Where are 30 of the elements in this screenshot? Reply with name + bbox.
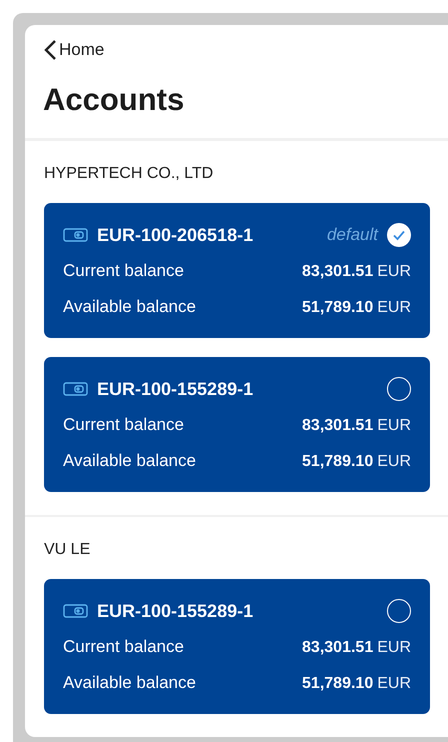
page-title: Accounts <box>43 82 186 118</box>
account-number: EUR-100-206518-1 <box>97 224 254 246</box>
balance-label: Available balance <box>63 450 196 472</box>
radio-button[interactable] <box>387 599 411 623</box>
balance-amount: 51,789.10 EUR <box>302 298 411 318</box>
radio-button[interactable] <box>387 376 411 400</box>
account-number: EUR-100-155289-1 <box>97 600 254 622</box>
radio-button[interactable] <box>387 222 411 246</box>
balance-label: Current balance <box>63 636 184 658</box>
wallet-icon <box>63 382 88 396</box>
account-card[interactable]: EUR-100-155289-1 Current balance 83,301.51 EUR Available balance 51,789.10 EUR <box>44 579 430 714</box>
default-label: default <box>326 224 378 246</box>
balance-label: Available balance <box>63 296 196 318</box>
account-card[interactable]: EUR-100-155289-1 Current balance 83,301.51 EUR Available balance 51,789.10 EUR <box>44 356 430 492</box>
balance-label: Available balance <box>63 672 196 694</box>
balance-amount: 83,301.51 EUR <box>302 262 411 282</box>
balance-label: Current balance <box>63 414 184 436</box>
account-number: EUR-100-155289-1 <box>97 378 254 400</box>
balance-amount: 83,301.51 EUR <box>302 416 411 436</box>
wallet-icon <box>63 228 88 242</box>
balance-amount: 51,789.10 EUR <box>302 452 411 472</box>
balance-label: Current balance <box>63 260 184 282</box>
account-holder-name: VU LE <box>44 541 92 559</box>
balance-amount: 83,301.51 EUR <box>302 638 411 658</box>
wallet-icon <box>63 604 88 618</box>
back-link[interactable]: Home <box>43 39 104 61</box>
account-holder-name: HYPERTECH CO., LTD <box>44 164 214 182</box>
balance-amount: 51,789.10 EUR <box>302 674 411 694</box>
account-card[interactable]: EUR-100-206518-1 default Current balance 83,301.51 EUR Available balance 51,789.10 EUR <box>44 202 430 338</box>
back-chevron-icon <box>43 39 57 61</box>
